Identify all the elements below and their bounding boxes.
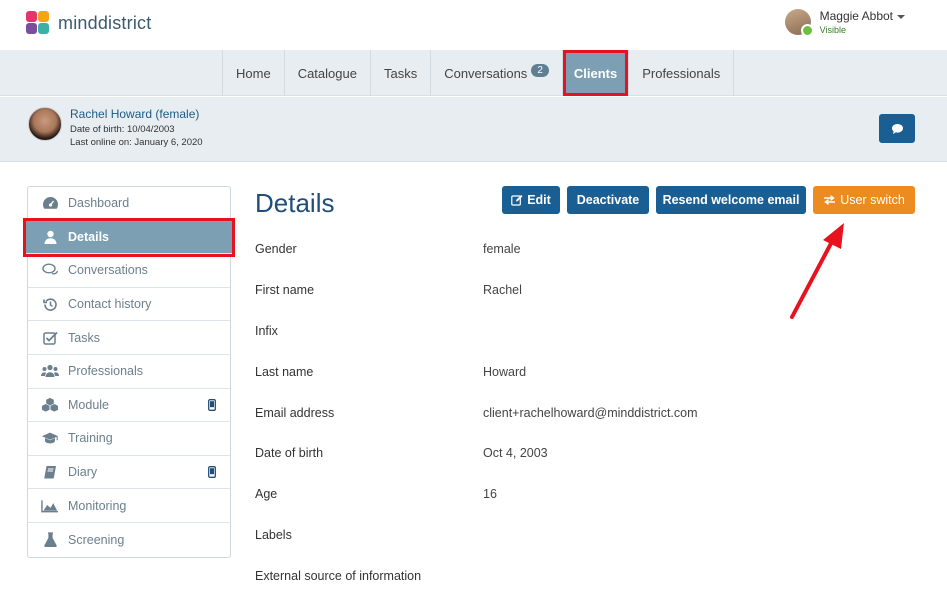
sidebar-item-monitoring[interactable]: Monitoring bbox=[28, 489, 230, 523]
area-chart-icon bbox=[41, 498, 59, 514]
user-menu[interactable]: Maggie Abbot Visible bbox=[784, 9, 905, 37]
sidebar-item-details[interactable]: Details bbox=[26, 220, 232, 255]
group-icon bbox=[41, 363, 59, 379]
field-label-email: Email address bbox=[255, 406, 335, 420]
user-status: Visible bbox=[819, 25, 846, 35]
client-name-link[interactable]: Rachel Howard (female) bbox=[70, 107, 199, 121]
client-header: Rachel Howard (female) Date of birth: 10… bbox=[0, 97, 947, 162]
client-last-online: Last online on: January 6, 2020 bbox=[70, 137, 203, 148]
conversations-count-badge: 2 bbox=[531, 63, 549, 77]
sidebar-item-tasks[interactable]: Tasks bbox=[28, 321, 230, 355]
main-nav-bar: Home Catalogue Tasks Conversations 2 Clie… bbox=[0, 50, 947, 96]
user-icon bbox=[41, 229, 59, 245]
mobile-phone-icon bbox=[208, 398, 216, 414]
nav-home[interactable]: Home bbox=[222, 50, 284, 96]
main-nav: Home Catalogue Tasks Conversations 2 Clie… bbox=[222, 50, 735, 96]
sidebar-item-diary[interactable]: Diary bbox=[28, 456, 230, 490]
chat-bubbles-icon bbox=[41, 262, 59, 278]
sidebar-item-contact-history[interactable]: Contact history bbox=[28, 288, 230, 322]
logo-mark-icon bbox=[26, 9, 52, 37]
book-icon bbox=[41, 464, 59, 480]
field-label-first-name: First name bbox=[255, 283, 315, 297]
field-label-date-of-birth: Date of birth bbox=[255, 446, 324, 460]
user-name: Maggie Abbot bbox=[819, 9, 893, 23]
brand-name: minddistrict bbox=[58, 12, 152, 33]
nav-clients[interactable]: Clients bbox=[561, 50, 629, 96]
field-value-age: 16 bbox=[483, 487, 497, 501]
client-date-of-birth: Date of birth: 10/04/2003 bbox=[70, 124, 175, 135]
chat-button[interactable] bbox=[879, 114, 915, 143]
nav-professionals[interactable]: Professionals bbox=[628, 50, 735, 96]
nav-conversations[interactable]: Conversations 2 bbox=[430, 50, 562, 96]
exchange-icon bbox=[824, 195, 836, 205]
graduation-cap-icon bbox=[41, 430, 59, 446]
field-value-date-of-birth: Oct 4, 2003 bbox=[483, 446, 548, 460]
visible-status-icon bbox=[800, 24, 814, 37]
edit-icon bbox=[511, 195, 523, 206]
field-value-first-name: Rachel bbox=[483, 283, 522, 297]
field-value-email: client+rachelhoward@minddistrict.com bbox=[483, 406, 698, 420]
sidebar-item-conversations[interactable]: Conversations bbox=[28, 254, 230, 288]
checkbox-icon bbox=[41, 330, 59, 346]
cubes-icon bbox=[41, 397, 59, 413]
user-switch-button[interactable]: User switch bbox=[813, 186, 915, 214]
sidebar-item-screening[interactable]: Screening bbox=[28, 523, 230, 557]
top-bar: minddistrict Maggie Abbot Visible bbox=[0, 0, 947, 50]
client-sidebar: Dashboard Details Conversations Contact … bbox=[26, 186, 232, 558]
field-label-last-name: Last name bbox=[255, 365, 314, 379]
field-label-external-source: External source of information bbox=[255, 569, 422, 583]
deactivate-button[interactable]: Deactivate bbox=[567, 186, 649, 214]
sidebar-item-training[interactable]: Training bbox=[28, 422, 230, 456]
sidebar-item-professionals[interactable]: Professionals bbox=[28, 355, 230, 389]
field-label-age: Age bbox=[255, 487, 278, 501]
nav-tasks[interactable]: Tasks bbox=[369, 50, 430, 96]
user-avatar bbox=[784, 9, 814, 37]
nav-catalogue[interactable]: Catalogue bbox=[283, 50, 370, 96]
chat-bubble-icon bbox=[891, 123, 903, 134]
dashboard-icon bbox=[41, 195, 59, 211]
field-label-infix: Infix bbox=[255, 324, 278, 338]
field-value-last-name: Howard bbox=[483, 365, 527, 379]
field-label-gender: Gender bbox=[255, 242, 297, 256]
caret-down-icon bbox=[897, 14, 905, 19]
history-icon bbox=[41, 296, 59, 312]
edit-button[interactable]: Edit bbox=[502, 186, 560, 214]
field-label-labels: Labels bbox=[255, 528, 292, 542]
annotation-arrow-icon bbox=[790, 223, 844, 319]
mobile-phone-icon bbox=[208, 465, 216, 481]
brand-logo[interactable]: minddistrict bbox=[26, 9, 151, 37]
sidebar-item-dashboard[interactable]: Dashboard bbox=[28, 187, 230, 221]
client-avatar bbox=[28, 107, 62, 141]
sidebar-item-module[interactable]: Module bbox=[28, 389, 230, 423]
resend-welcome-email-button[interactable]: Resend welcome email bbox=[656, 186, 806, 214]
flask-icon bbox=[41, 532, 59, 548]
field-value-gender: female bbox=[483, 242, 521, 256]
page-title: Details bbox=[255, 188, 335, 218]
